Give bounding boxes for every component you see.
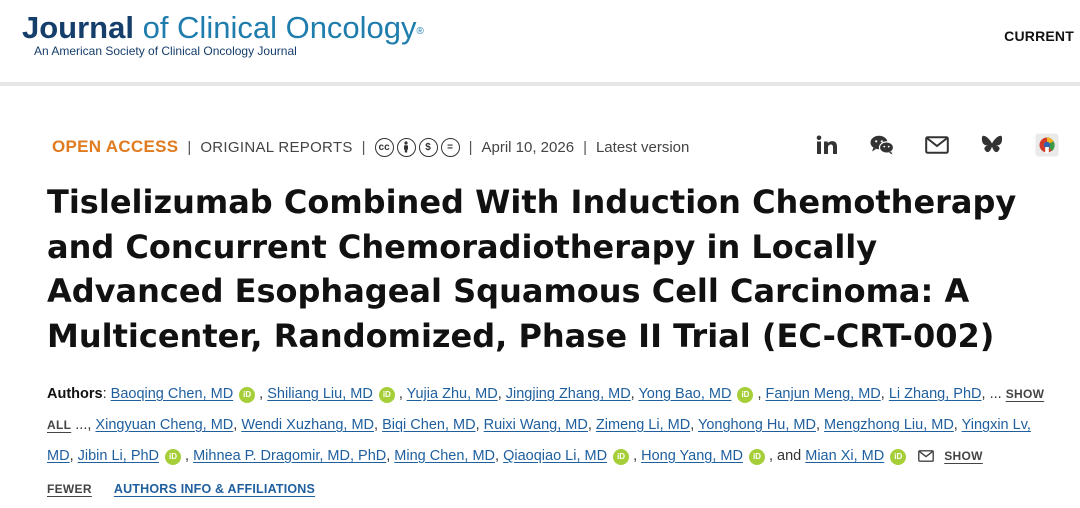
header-divider	[0, 82, 1080, 86]
publication-date: April 10, 2026	[481, 138, 575, 156]
email-icon[interactable]	[918, 443, 935, 474]
cc-by-icon	[396, 137, 416, 157]
email-icon[interactable]	[925, 132, 949, 158]
version-label[interactable]: Latest version	[596, 139, 689, 156]
logo-rest-text: of Clinical Oncology	[133, 10, 417, 45]
orcid-icon[interactable]: iD	[165, 449, 182, 465]
license-icons[interactable]: cc $ =	[374, 137, 460, 157]
authors-block: Authors: Baoqing Chen, MD iD, Shiliang Li…	[47, 386, 1045, 496]
meta-separator: |	[468, 138, 473, 156]
orcid-icon[interactable]: iD	[613, 449, 630, 465]
authors-and: and	[777, 448, 802, 464]
author-link[interactable]: Yong Bao, MD	[638, 386, 731, 402]
article-section[interactable]: ORIGINAL REPORTS	[200, 139, 352, 156]
meta-separator: |	[583, 138, 587, 156]
journal-logo[interactable]: Journal of Clinical Oncology® An America…	[22, 10, 424, 58]
authors-label: Authors	[47, 386, 103, 402]
author-link[interactable]: Xingyuan Cheng, MD	[95, 417, 233, 433]
author-link[interactable]: Wendi Xuzhang, MD	[241, 417, 374, 433]
site-header: Journal of Clinical Oncology® An America…	[0, 0, 1080, 82]
author-link[interactable]: Qiaoqiao Li, MD	[503, 448, 607, 464]
author-link[interactable]: Mihnea P. Dragomir, MD, PhD	[193, 448, 386, 464]
author-link[interactable]: Li Zhang, PhD	[889, 386, 982, 402]
author-link[interactable]: Yonghong Hu, MD	[698, 417, 816, 433]
article-title: Tislelizumab Combined With Induction Che…	[47, 183, 1017, 355]
orcid-icon[interactable]: iD	[737, 387, 754, 403]
author-link[interactable]: Ming Chen, MD	[394, 448, 495, 464]
logo-bold-text: Journal	[22, 10, 134, 45]
authors-affiliations-link[interactable]: AUTHORS INFO & AFFILIATIONS	[114, 482, 315, 496]
share-logo-icon[interactable]	[1035, 132, 1059, 158]
cc-nd-icon: =	[440, 137, 460, 157]
orcid-icon[interactable]: iD	[890, 449, 907, 465]
author-link[interactable]: Hong Yang, MD	[641, 448, 743, 464]
current-issue-link[interactable]: CURRENT	[1004, 28, 1074, 44]
article-meta-row: OPEN ACCESS | ORIGINAL REPORTS | cc $ = …	[52, 134, 689, 160]
meta-separator: |	[361, 138, 366, 156]
author-link[interactable]: Fanjun Meng, MD	[766, 386, 881, 402]
authors-colon: :	[102, 386, 111, 402]
author-link[interactable]: Biqi Chen, MD	[382, 417, 475, 433]
journal-logo-subtitle: An American Society of Clinical Oncology…	[34, 44, 297, 58]
wechat-icon[interactable]	[870, 132, 894, 158]
cc-icon: cc	[374, 137, 394, 157]
cc-nc-icon: $	[418, 137, 438, 157]
registered-mark: ®	[416, 26, 424, 37]
orcid-icon[interactable]: iD	[378, 387, 395, 403]
author-link[interactable]: Jibin Li, PhD	[78, 448, 159, 464]
author-link[interactable]: Ruixi Wang, MD	[484, 417, 588, 433]
share-toolbar	[815, 132, 1059, 158]
author-link[interactable]: Jingjing Zhang, MD	[506, 386, 631, 402]
authors-ellipsis: ...	[989, 386, 1002, 402]
authors-ellipsis: ...	[75, 417, 88, 433]
author-link[interactable]: Mian Xi, MD	[805, 448, 884, 464]
meta-separator: |	[187, 138, 192, 156]
author-link[interactable]: Shiliang Liu, MD	[267, 386, 373, 402]
author-link[interactable]: Mengzhong Liu, MD	[824, 417, 954, 433]
journal-logo-title: Journal of Clinical Oncology®	[22, 10, 424, 46]
orcid-icon[interactable]: iD	[748, 449, 765, 465]
author-link[interactable]: Baoqing Chen, MD	[111, 386, 234, 402]
author-link[interactable]: Yujia Zhu, MD	[407, 386, 498, 402]
linkedin-icon[interactable]	[815, 132, 839, 158]
bluesky-icon[interactable]	[980, 132, 1004, 158]
open-access-badge[interactable]: OPEN ACCESS	[52, 137, 178, 157]
orcid-icon[interactable]: iD	[239, 387, 256, 403]
author-link[interactable]: Zimeng Li, MD	[596, 417, 690, 433]
